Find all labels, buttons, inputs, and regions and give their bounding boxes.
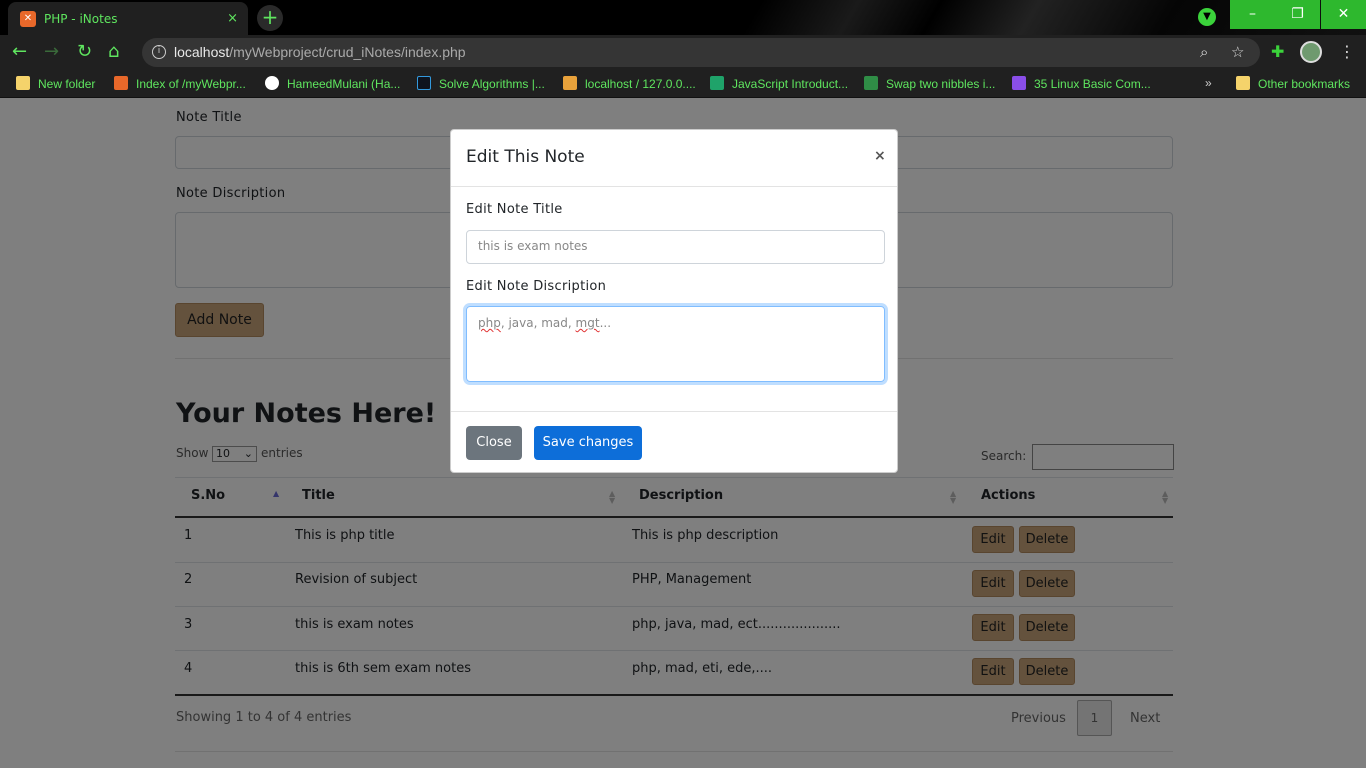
edit-title-input[interactable]: this is exam notes [466,230,885,264]
edit-description-label: Edit Note Discription [466,279,607,294]
close-button[interactable]: Close [466,426,522,460]
extensions-puzzle-icon[interactable]: ✚ [1271,42,1284,61]
bookmark-item[interactable]: Solve Algorithms |... [417,76,545,91]
edit-note-modal: Edit This Note × Edit Note Title this is… [450,129,898,473]
browser-toolbar: ← → ↻ ⌂ i localhost/myWebproject/crud_iN… [0,35,1366,70]
phpmyadmin-icon [563,76,577,90]
modal-header-divider [451,186,897,187]
reload-icon[interactable]: ↻ [77,42,92,62]
zoom-icon[interactable]: ⌕ [1200,43,1208,61]
xampp-favicon-icon: ✕ [20,10,36,27]
bookmarks-overflow-icon[interactable]: » [1205,76,1212,90]
modal-close-icon[interactable]: × [874,148,886,164]
maximize-button[interactable]: ❐ [1275,0,1320,29]
bookmark-item[interactable]: localhost / 127.0.0.... [563,76,696,91]
save-changes-button[interactable]: Save changes [534,426,642,460]
browser-tab[interactable]: ✕ PHP - iNotes × [8,2,248,35]
forward-arrow-icon[interactable]: → [44,42,59,62]
home-icon[interactable]: ⌂ [108,42,119,62]
hackerrank-icon [417,76,431,90]
bookmark-item[interactable]: Swap two nibbles i... [864,76,995,91]
xampp-icon [114,76,128,90]
minimize-button[interactable]: – [1230,0,1275,29]
url-text[interactable]: localhost/myWebproject/crud_iNotes/index… [174,44,466,60]
back-arrow-icon[interactable]: ← [12,42,27,62]
edit-description-textarea[interactable]: php, java, mad, mgt... [466,306,885,382]
github-icon [265,76,279,90]
bookmark-item[interactable]: HameedMulani (Ha... [265,76,400,91]
bookmark-item[interactable]: Index of /myWebpr... [114,76,246,91]
menu-kebab-icon[interactable]: ⋮ [1339,42,1355,61]
other-bookmarks[interactable]: Other bookmarks [1236,76,1350,91]
folder-icon [16,76,30,90]
folder-icon [1236,76,1250,90]
new-tab-button[interactable]: + [257,5,283,31]
modal-footer-divider [451,411,897,412]
tab-close-icon[interactable]: × [227,11,238,26]
edit-title-label: Edit Note Title [466,202,563,217]
w3schools-icon [710,76,724,90]
bookmark-item[interactable]: JavaScript Introduct... [710,76,848,91]
browser-tab-strip: ✕ PHP - iNotes × + ▼ – ❐ ✕ [0,0,1366,35]
close-window-button[interactable]: ✕ [1321,0,1366,29]
bookmark-star-icon[interactable]: ☆ [1231,43,1244,61]
address-bar[interactable]: i localhost/myWebproject/crud_iNotes/ind… [142,38,1260,67]
tab-title: PHP - iNotes [44,11,118,26]
profile-avatar[interactable] [1300,41,1322,63]
hostinger-icon [1012,76,1026,90]
bookmark-item[interactable]: 35 Linux Basic Com... [1012,76,1151,91]
bookmark-item[interactable]: New folder [16,76,95,91]
bookmarks-bar: New folder Index of /myWebpr... HameedMu… [0,70,1366,98]
download-icon[interactable]: ▼ [1198,8,1216,26]
geeksforgeeks-icon [864,76,878,90]
info-icon[interactable]: i [152,45,166,59]
modal-title: Edit This Note [466,147,585,167]
